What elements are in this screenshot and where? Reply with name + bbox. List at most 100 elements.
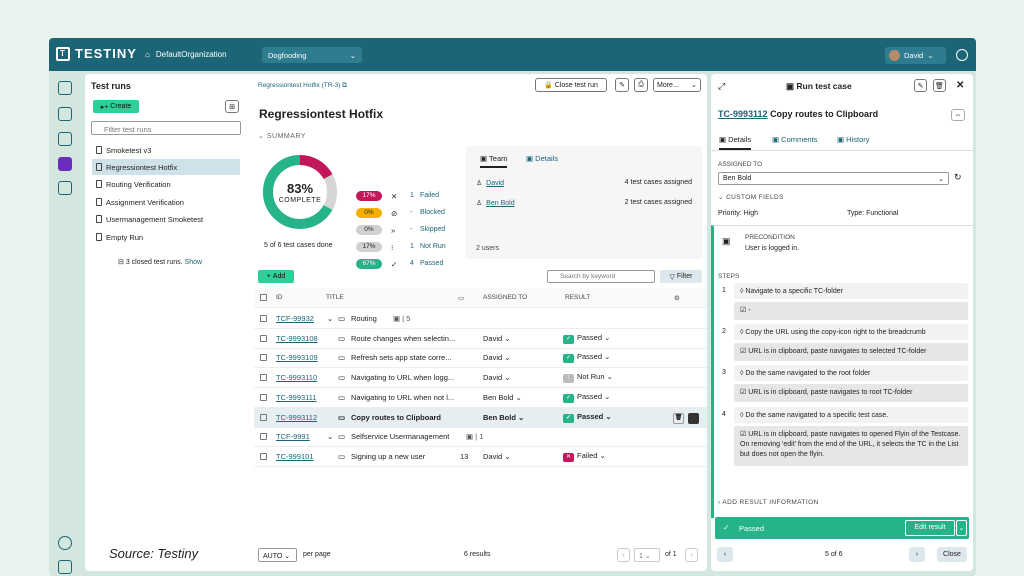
- add-button[interactable]: + Add: [258, 270, 294, 283]
- next-case-button[interactable]: ›: [909, 547, 925, 562]
- select-all-checkbox[interactable]: [260, 294, 267, 301]
- show-link[interactable]: Show: [185, 259, 203, 266]
- table-row[interactable]: TC-9993109 ▭ Refresh sets app state corr…: [254, 348, 707, 369]
- table-row[interactable]: TC-9993110 ▭ Navigating to URL when logg…: [254, 368, 707, 389]
- col-assigned[interactable]: ASSIGNED TO: [483, 294, 527, 301]
- edit-icon[interactable]: ✎: [615, 78, 629, 92]
- row-checkbox[interactable]: [260, 354, 267, 362]
- case-id[interactable]: TC-9993110: [276, 373, 317, 382]
- feedback-icon[interactable]: [956, 49, 968, 61]
- table-row[interactable]: TC-9993112 ▭ Copy routes to Clipboard Be…: [254, 407, 707, 428]
- close-icon[interactable]: ✕: [956, 80, 964, 91]
- edit-icon[interactable]: ✎: [914, 79, 927, 92]
- stat-label[interactable]: Not Run: [420, 243, 446, 250]
- result-select[interactable]: ✓ Passed ⌄: [563, 333, 610, 344]
- more-button[interactable]: More... ⌄: [653, 78, 701, 92]
- result-select[interactable]: ✕ Failed ⌄: [563, 451, 606, 462]
- page-size-select[interactable]: AUTO ⌄: [258, 548, 297, 562]
- run-item[interactable]: Assignment Verification: [92, 194, 240, 210]
- tab-comments[interactable]: ▣ Comments: [772, 135, 817, 144]
- folder-id[interactable]: TCF-99932: [276, 314, 314, 323]
- tab-details[interactable]: ▣ Details: [719, 135, 752, 150]
- folder-row[interactable]: TCF-9991 ⌄ ▭ Selfservice Usermanagement …: [254, 427, 707, 448]
- table-row[interactable]: TC-9993108 ▭ Route changes when selectin…: [254, 329, 707, 349]
- run-item[interactable]: Routing Verification: [92, 176, 240, 192]
- export-icon[interactable]: ⎙: [634, 78, 648, 92]
- test-cases-icon[interactable]: [58, 107, 72, 121]
- filter-runs-input[interactable]: Filter test runs: [91, 121, 241, 135]
- assignee[interactable]: David ⌄: [483, 452, 511, 461]
- tab-team[interactable]: ▣ Team: [480, 154, 508, 168]
- import-button[interactable]: ⊞: [225, 100, 239, 113]
- row-checkbox[interactable]: [260, 334, 267, 342]
- member-name[interactable]: Ben Bold: [486, 200, 514, 207]
- dashboard-icon[interactable]: [58, 81, 72, 95]
- stat-label[interactable]: Blocked: [420, 209, 445, 216]
- col-id[interactable]: ID: [276, 294, 283, 301]
- chevron-down-icon[interactable]: ⌄: [327, 432, 333, 441]
- custom-fields-toggle[interactable]: ⌄ CUSTOM FIELDS: [718, 193, 784, 201]
- test-runs-icon[interactable]: [58, 157, 72, 171]
- run-item-selected[interactable]: Regressiontest Hotfix: [92, 159, 240, 175]
- chevron-down-icon[interactable]: ⌄: [327, 314, 333, 323]
- folder-id[interactable]: TCF-9991: [276, 432, 310, 441]
- tab-details[interactable]: ▣ Details: [526, 154, 558, 163]
- edit-result-button[interactable]: Edit result: [905, 520, 955, 536]
- delete-icon[interactable]: 🗑: [673, 412, 684, 424]
- stat-label[interactable]: Failed: [420, 192, 439, 199]
- col-title[interactable]: TITLE: [326, 294, 344, 301]
- next-page-button[interactable]: ›: [685, 548, 698, 562]
- result-select[interactable]: ✓ Passed ⌄: [563, 392, 610, 403]
- assignee[interactable]: David ⌄: [483, 334, 511, 343]
- col-result[interactable]: RESULT: [565, 294, 590, 301]
- run-item[interactable]: Smoketest v3: [92, 142, 240, 158]
- settings-icon[interactable]: ⚙: [674, 294, 680, 302]
- row-checkbox[interactable]: [260, 393, 267, 401]
- assignee[interactable]: David ⌄: [483, 353, 511, 362]
- stat-label[interactable]: Passed: [420, 260, 443, 267]
- table-row[interactable]: TC-9993111 ▭ Navigating to URL when not …: [254, 388, 707, 408]
- test-plans-icon[interactable]: [58, 132, 72, 146]
- assignee[interactable]: Ben Bold ⌄: [483, 393, 522, 402]
- folder-row[interactable]: TCF-99932 ⌄ ▭ Routing ▣ | 5: [254, 309, 707, 329]
- case-id[interactable]: TC-9993109: [276, 353, 318, 362]
- case-id[interactable]: TC-999101: [276, 452, 314, 461]
- expand-icon[interactable]: ⤢: [718, 81, 725, 92]
- table-row[interactable]: TC-999101 ▭ Signing up a new user 13 Dav…: [254, 447, 707, 467]
- close-test-run-button[interactable]: 🔒 Close test run: [535, 78, 607, 92]
- case-id[interactable]: TC-9993111: [276, 393, 317, 402]
- chevron-down-icon[interactable]: ⌄: [956, 520, 967, 536]
- prev-case-button[interactable]: ‹: [717, 547, 733, 562]
- integrations-icon[interactable]: [58, 181, 72, 195]
- result-select[interactable]: ⁝ Not Run ⌄: [563, 372, 613, 384]
- result-select[interactable]: ✓ Passed ⌄: [563, 412, 612, 423]
- row-checkbox[interactable]: [260, 315, 267, 322]
- case-id[interactable]: TC-9993108: [276, 334, 318, 343]
- row-checkbox[interactable]: [260, 374, 267, 382]
- app-logo[interactable]: T TESTINY: [56, 46, 137, 61]
- close-button[interactable]: Close: [937, 547, 967, 562]
- reassign-icon[interactable]: ↻: [954, 172, 962, 183]
- assignee[interactable]: David ⌄: [483, 373, 511, 382]
- org-selector[interactable]: ⌂ DefaultOrganization: [145, 50, 227, 59]
- run-item[interactable]: Usermanagement Smoketest: [92, 211, 240, 227]
- tab-history[interactable]: ▣ History: [837, 135, 870, 144]
- row-checkbox[interactable]: [260, 413, 267, 421]
- page-input[interactable]: 1 ⌄: [634, 548, 660, 562]
- assignee-select[interactable]: Ben Bold ⌄: [718, 172, 949, 185]
- collapse-icon[interactable]: [58, 560, 72, 574]
- link-icon[interactable]: ⇔: [951, 109, 965, 121]
- create-button[interactable]: ▸+ Create: [93, 100, 139, 113]
- result-select[interactable]: ✓ Passed ⌄: [563, 352, 610, 364]
- filter-button[interactable]: ▽ Filter: [660, 270, 702, 283]
- row-checkbox[interactable]: [260, 433, 267, 441]
- run-item[interactable]: Empty Run: [92, 229, 240, 245]
- member-name[interactable]: David: [486, 180, 504, 187]
- add-result-toggle[interactable]: › ADD RESULT INFORMATION: [718, 499, 819, 506]
- assignee[interactable]: Ben Bold ⌄: [483, 413, 524, 422]
- case-id[interactable]: TC-9993112: [276, 413, 317, 422]
- project-selector[interactable]: Dogfooding ⌄: [262, 47, 362, 63]
- prev-page-button[interactable]: ‹: [617, 548, 630, 562]
- delete-icon[interactable]: 🗑: [933, 79, 946, 92]
- stat-label[interactable]: Skipped: [420, 226, 445, 233]
